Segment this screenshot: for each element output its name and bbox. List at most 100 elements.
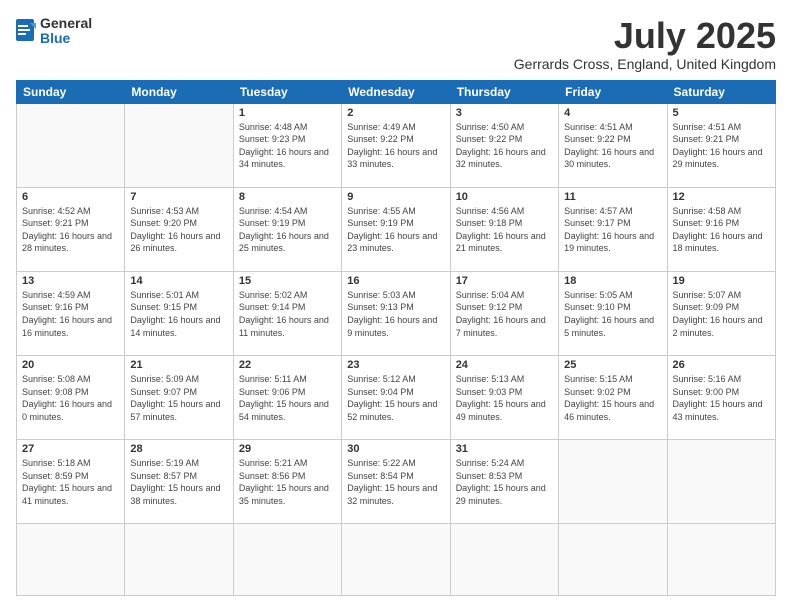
day-cell-22: 22 Sunrise: 5:11 AM Sunset: 9:06 PM Dayl… [233,355,341,439]
day-info: Sunrise: 5:22 AM Sunset: 8:54 PM Dayligh… [347,457,444,507]
empty-cell [450,524,558,596]
day-number: 29 [239,443,336,455]
day-info: Sunrise: 4:59 AM Sunset: 9:16 PM Dayligh… [22,289,119,339]
day-number: 14 [130,275,227,287]
day-info: Sunrise: 5:19 AM Sunset: 8:57 PM Dayligh… [130,457,227,507]
day-cell-6: 6 Sunrise: 4:52 AM Sunset: 9:21 PM Dayli… [17,187,125,271]
day-number: 21 [130,359,227,371]
day-number: 8 [239,191,336,203]
day-info: Sunrise: 5:03 AM Sunset: 9:13 PM Dayligh… [347,289,444,339]
header-sunday: Sunday [17,80,125,103]
day-number: 26 [673,359,770,371]
day-number: 25 [564,359,661,371]
day-number: 3 [456,107,553,119]
day-cell-3: 3 Sunrise: 4:50 AM Sunset: 9:22 PM Dayli… [450,103,558,187]
day-info: Sunrise: 5:16 AM Sunset: 9:00 PM Dayligh… [673,373,770,423]
day-cell-20: 20 Sunrise: 5:08 AM Sunset: 9:08 PM Dayl… [17,355,125,439]
empty-cell [559,440,667,524]
logo-general: General [40,16,92,31]
day-info: Sunrise: 5:24 AM Sunset: 8:53 PM Dayligh… [456,457,553,507]
header-thursday: Thursday [450,80,558,103]
day-number: 27 [22,443,119,455]
day-number: 19 [673,275,770,287]
day-cell-1: 1 Sunrise: 4:48 AM Sunset: 9:23 PM Dayli… [233,103,341,187]
day-cell-9: 9 Sunrise: 4:55 AM Sunset: 9:19 PM Dayli… [342,187,450,271]
day-info: Sunrise: 4:58 AM Sunset: 9:16 PM Dayligh… [673,205,770,255]
day-info: Sunrise: 4:53 AM Sunset: 9:20 PM Dayligh… [130,205,227,255]
header: General Blue July 2025 Gerrards Cross, E… [16,16,776,72]
calendar-row: 6 Sunrise: 4:52 AM Sunset: 9:21 PM Dayli… [17,187,776,271]
calendar: Sunday Monday Tuesday Wednesday Thursday… [16,80,776,596]
day-info: Sunrise: 5:12 AM Sunset: 9:04 PM Dayligh… [347,373,444,423]
day-number: 23 [347,359,444,371]
day-cell-11: 11 Sunrise: 4:57 AM Sunset: 9:17 PM Dayl… [559,187,667,271]
day-cell-10: 10 Sunrise: 4:56 AM Sunset: 9:18 PM Dayl… [450,187,558,271]
day-number: 12 [673,191,770,203]
day-info: Sunrise: 4:51 AM Sunset: 9:21 PM Dayligh… [673,121,770,171]
logo-icon [16,19,36,43]
location: Gerrards Cross, England, United Kingdom [514,56,776,72]
calendar-row: 13 Sunrise: 4:59 AM Sunset: 9:16 PM Dayl… [17,271,776,355]
day-cell-17: 17 Sunrise: 5:04 AM Sunset: 9:12 PM Dayl… [450,271,558,355]
day-cell-12: 12 Sunrise: 4:58 AM Sunset: 9:16 PM Dayl… [667,187,775,271]
day-number: 6 [22,191,119,203]
day-cell-14: 14 Sunrise: 5:01 AM Sunset: 9:15 PM Dayl… [125,271,233,355]
day-info: Sunrise: 5:13 AM Sunset: 9:03 PM Dayligh… [456,373,553,423]
empty-cell [667,524,775,596]
day-info: Sunrise: 5:02 AM Sunset: 9:14 PM Dayligh… [239,289,336,339]
day-info: Sunrise: 5:05 AM Sunset: 9:10 PM Dayligh… [564,289,661,339]
day-info: Sunrise: 4:57 AM Sunset: 9:17 PM Dayligh… [564,205,661,255]
day-number: 4 [564,107,661,119]
day-cell-24: 24 Sunrise: 5:13 AM Sunset: 9:03 PM Dayl… [450,355,558,439]
calendar-row: 20 Sunrise: 5:08 AM Sunset: 9:08 PM Dayl… [17,355,776,439]
empty-cell [233,524,341,596]
day-cell-8: 8 Sunrise: 4:54 AM Sunset: 9:19 PM Dayli… [233,187,341,271]
day-cell-7: 7 Sunrise: 4:53 AM Sunset: 9:20 PM Dayli… [125,187,233,271]
day-number: 20 [22,359,119,371]
day-info: Sunrise: 4:50 AM Sunset: 9:22 PM Dayligh… [456,121,553,171]
day-number: 31 [456,443,553,455]
day-cell-23: 23 Sunrise: 5:12 AM Sunset: 9:04 PM Dayl… [342,355,450,439]
day-cell-2: 2 Sunrise: 4:49 AM Sunset: 9:22 PM Dayli… [342,103,450,187]
day-number: 24 [456,359,553,371]
empty-cell [125,103,233,187]
empty-cell [125,524,233,596]
day-info: Sunrise: 4:55 AM Sunset: 9:19 PM Dayligh… [347,205,444,255]
day-info: Sunrise: 4:56 AM Sunset: 9:18 PM Dayligh… [456,205,553,255]
day-cell-28: 28 Sunrise: 5:19 AM Sunset: 8:57 PM Dayl… [125,440,233,524]
header-wednesday: Wednesday [342,80,450,103]
day-number: 15 [239,275,336,287]
header-friday: Friday [559,80,667,103]
day-number: 1 [239,107,336,119]
logo: General Blue [16,16,92,47]
day-cell-30: 30 Sunrise: 5:22 AM Sunset: 8:54 PM Dayl… [342,440,450,524]
day-number: 5 [673,107,770,119]
day-number: 13 [22,275,119,287]
day-number: 17 [456,275,553,287]
header-saturday: Saturday [667,80,775,103]
calendar-row: 27 Sunrise: 5:18 AM Sunset: 8:59 PM Dayl… [17,440,776,524]
day-info: Sunrise: 5:11 AM Sunset: 9:06 PM Dayligh… [239,373,336,423]
day-cell-13: 13 Sunrise: 4:59 AM Sunset: 9:16 PM Dayl… [17,271,125,355]
empty-cell [17,103,125,187]
day-info: Sunrise: 5:08 AM Sunset: 9:08 PM Dayligh… [22,373,119,423]
day-info: Sunrise: 4:48 AM Sunset: 9:23 PM Dayligh… [239,121,336,171]
day-cell-15: 15 Sunrise: 5:02 AM Sunset: 9:14 PM Dayl… [233,271,341,355]
day-number: 22 [239,359,336,371]
calendar-row [17,524,776,596]
day-info: Sunrise: 5:15 AM Sunset: 9:02 PM Dayligh… [564,373,661,423]
day-info: Sunrise: 5:07 AM Sunset: 9:09 PM Dayligh… [673,289,770,339]
day-info: Sunrise: 5:18 AM Sunset: 8:59 PM Dayligh… [22,457,119,507]
empty-cell [17,524,125,596]
day-number: 7 [130,191,227,203]
day-cell-29: 29 Sunrise: 5:21 AM Sunset: 8:56 PM Dayl… [233,440,341,524]
empty-cell [342,524,450,596]
day-cell-27: 27 Sunrise: 5:18 AM Sunset: 8:59 PM Dayl… [17,440,125,524]
day-number: 11 [564,191,661,203]
empty-cell [559,524,667,596]
day-number: 18 [564,275,661,287]
day-cell-18: 18 Sunrise: 5:05 AM Sunset: 9:10 PM Dayl… [559,271,667,355]
calendar-row: 1 Sunrise: 4:48 AM Sunset: 9:23 PM Dayli… [17,103,776,187]
day-cell-19: 19 Sunrise: 5:07 AM Sunset: 9:09 PM Dayl… [667,271,775,355]
title-block: July 2025 Gerrards Cross, England, Unite… [514,16,776,72]
